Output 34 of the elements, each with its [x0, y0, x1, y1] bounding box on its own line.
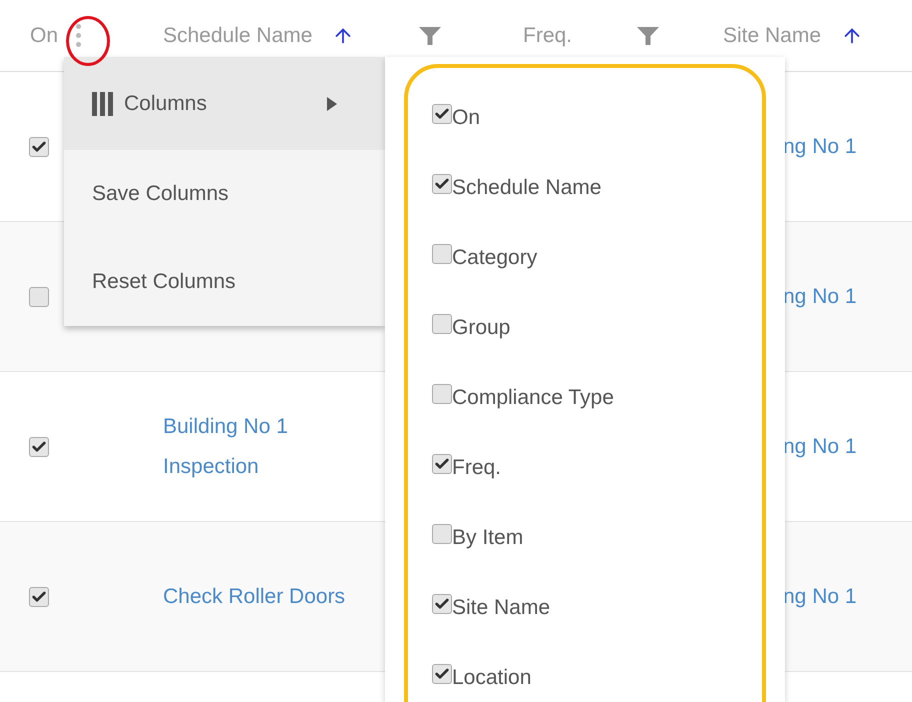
column-option[interactable]: Location — [452, 666, 532, 690]
checkbox[interactable] — [432, 594, 452, 614]
site-link[interactable]: ng No 1 — [783, 434, 857, 458]
menu-item[interactable]: Columns — [64, 57, 385, 150]
schedule-link[interactable]: Building No 1 Inspection — [163, 406, 383, 486]
site-link[interactable]: ng No 1 — [783, 584, 857, 608]
column-option[interactable]: Site Name — [452, 596, 550, 620]
checkbox[interactable] — [432, 664, 452, 684]
site-link[interactable]: ng No 1 — [783, 134, 857, 158]
column-option[interactable]: By Item — [452, 526, 524, 550]
checkbox[interactable] — [29, 586, 49, 606]
caret-icon — [327, 96, 337, 110]
schedule-link[interactable]: Check Roller Doors — [163, 576, 383, 616]
checkbox[interactable] — [29, 286, 49, 306]
column-option[interactable]: On — [452, 106, 480, 130]
column-option[interactable]: Freq. — [452, 456, 502, 480]
columns-icon — [92, 92, 114, 116]
checkbox[interactable] — [432, 384, 452, 404]
menu-item[interactable]: Reset Columns — [64, 238, 385, 326]
column-option[interactable]: Category — [452, 246, 538, 270]
checkbox[interactable] — [432, 174, 452, 194]
checkbox[interactable] — [432, 524, 452, 544]
menu-item[interactable]: Save Columns — [64, 150, 385, 238]
column-option[interactable]: Schedule Name — [452, 176, 602, 200]
column-option[interactable]: Group — [452, 316, 510, 340]
highlight-ellipse — [66, 16, 110, 66]
site-link[interactable]: ng No 1 — [783, 284, 857, 308]
checkbox[interactable] — [29, 436, 49, 456]
column-option[interactable]: Compliance Type — [452, 386, 614, 410]
checkbox[interactable] — [432, 104, 452, 124]
checkbox[interactable] — [432, 314, 452, 334]
checkbox[interactable] — [29, 136, 49, 156]
checkbox[interactable] — [432, 454, 452, 474]
checkbox[interactable] — [432, 244, 452, 264]
